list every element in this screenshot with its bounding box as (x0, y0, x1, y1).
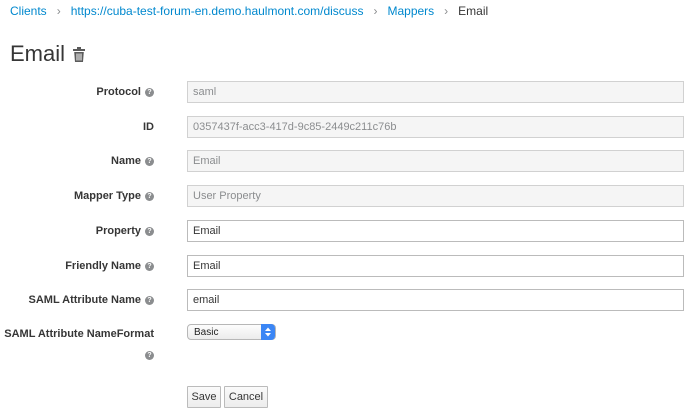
breadcrumb-separator: › (444, 4, 449, 18)
id-field[interactable]: 0357437f-acc3-417d-9c85-2449c211c76b (187, 116, 684, 138)
select-value: Basic (194, 326, 219, 338)
protocol-label: Protocol ? (96, 81, 154, 103)
saml-attribute-nameformat-select[interactable]: Basic (187, 324, 276, 340)
mapper-type-field[interactable]: User Property (187, 185, 684, 207)
select-arrows-icon (261, 324, 275, 340)
breadcrumb-client[interactable]: https://cuba-test-forum-en.demo.haulmont… (71, 4, 364, 18)
saml-attribute-name-input[interactable]: email (187, 289, 684, 311)
id-label: ID (143, 121, 154, 133)
breadcrumb-separator: › (56, 4, 61, 18)
saml-attribute-name-label: SAML Attribute Name ? (29, 289, 154, 311)
friendly-name-row: Friendly Name ? Email (0, 255, 690, 277)
help-icon[interactable]: ? (145, 226, 154, 236)
save-button[interactable]: Save (187, 386, 221, 408)
mapper-type-row: Mapper Type ? User Property (0, 185, 690, 207)
help-icon[interactable]: ? (145, 191, 154, 201)
saml-attribute-name-row: SAML Attribute Name ? email (0, 289, 690, 311)
breadcrumb-clients[interactable]: Clients (10, 4, 47, 18)
cancel-button[interactable]: Cancel (224, 386, 268, 408)
page-title: Email (10, 41, 66, 66)
property-label: Property ? (96, 220, 154, 242)
breadcrumb: Clients › https://cuba-test-forum-en.dem… (10, 4, 488, 18)
property-row: Property ? Email (0, 220, 690, 242)
friendly-name-label: Friendly Name ? (65, 255, 154, 277)
property-input[interactable]: Email (187, 220, 684, 242)
breadcrumb-mappers[interactable]: Mappers (387, 4, 434, 18)
help-icon[interactable]: ? (145, 351, 154, 360)
saml-attribute-nameformat-label: SAML Attribute NameFormat ? (4, 328, 154, 360)
name-row: Name ? Email (0, 150, 690, 172)
id-row: ID 0357437f-acc3-417d-9c85-2449c211c76b (0, 116, 690, 138)
help-icon[interactable]: ? (145, 87, 154, 97)
page-header: Email (10, 41, 86, 66)
breadcrumb-separator: › (373, 4, 378, 18)
protocol-field[interactable]: saml (187, 81, 684, 103)
trash-icon[interactable] (73, 46, 86, 62)
help-icon[interactable]: ? (145, 295, 154, 305)
name-label: Name ? (111, 150, 154, 172)
friendly-name-input[interactable]: Email (187, 255, 684, 277)
mapper-type-label: Mapper Type ? (74, 185, 154, 207)
name-field[interactable]: Email (187, 150, 684, 172)
help-icon[interactable]: ? (145, 261, 154, 271)
breadcrumb-current: Email (458, 4, 489, 18)
help-icon[interactable]: ? (145, 156, 154, 166)
protocol-row: Protocol ? saml (0, 81, 690, 103)
